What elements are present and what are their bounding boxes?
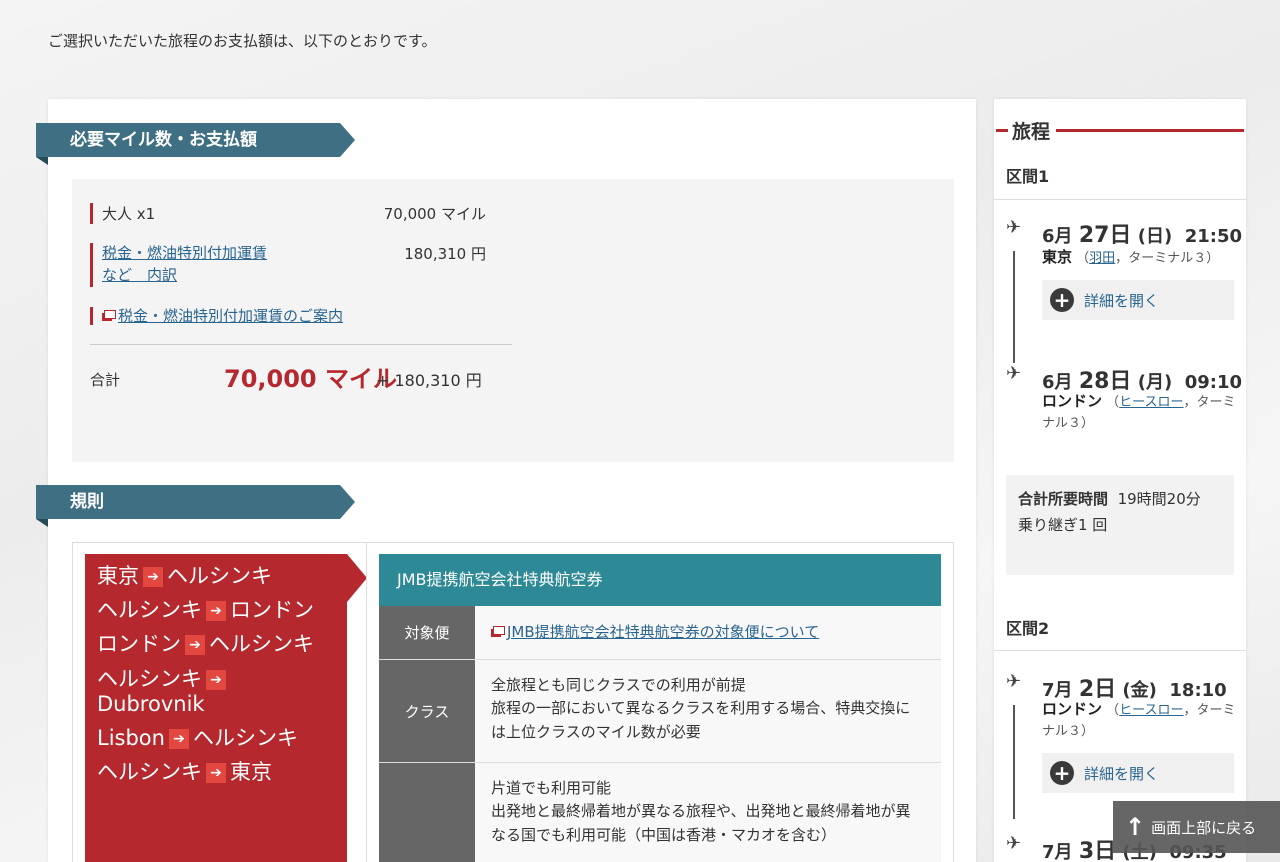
airport-link[interactable]: 羽田 (1089, 251, 1115, 266)
document-icon (102, 309, 116, 321)
route-item: ヘルシンキ ➔ Dubrovnik (97, 667, 335, 717)
rule-cell: JMB提携航空会社特典航空券の対象便について (475, 606, 941, 659)
depart-location: ロンドン （ヒースロー，ターミナル３） (1042, 700, 1236, 739)
rule-row-class: クラス 全旅程とも同じクラスでの利用が前提 旅程の一部において異なるクラスを利用… (379, 660, 941, 763)
tax-breakdown-link-wrap: 税金・燃油特別付加運賃 など 内訳 (90, 243, 267, 287)
arrow-right-icon: ➔ (206, 669, 226, 690)
route-list: 東京 ➔ ヘルシンキ ヘルシンキ ➔ ロンドン ロンドン ➔ ヘルシンキ ヘルシンキ ➔ Dub… (85, 554, 367, 862)
total-label: 合計 (90, 371, 121, 389)
leg-line (1013, 705, 1015, 819)
rule-header (379, 763, 475, 862)
segment-label: 区間1 (1006, 167, 1050, 186)
arrow-right-icon: ➔ (185, 635, 205, 656)
rule-cell: 片道でも利用可能 出発地と最終帰着地が異なる旅程や、出発地と最終帰着地が異なる国… (475, 763, 941, 862)
rule-cell: 全旅程とも同じクラスでの利用が前提 旅程の一部において異なるクラスを利用する場合… (475, 660, 941, 762)
route-item: ヘルシンキ ➔ ロンドン (97, 598, 314, 623)
rule-header: クラス (379, 660, 475, 762)
segment-1-legs: ✈ 6月 27日 (日) 21:50 東京 （羽田，ターミナル３） + 詳細を開く… (1006, 217, 1242, 477)
rule-row-flights: 対象便 JMB提携航空会社特典航空券の対象便について (379, 606, 941, 660)
fare-divider (90, 344, 512, 345)
guide-wrap: 税金・燃油特別付加運賃のご案内 (90, 307, 344, 325)
rule-title: JMB提携航空会社特典航空券 (379, 554, 941, 606)
fare-section-title: 必要マイル数・お支払額 (36, 123, 355, 165)
tax-fare-row: 税金・燃油特別付加運賃 など 内訳 180,310 円 (90, 243, 486, 287)
itinerary-title: 旅程 (994, 117, 1246, 143)
itinerary-sidebar: 旅程 区間1 ✈ 6月 27日 (日) 21:50 東京 （羽田，ターミナル３）… (994, 99, 1246, 862)
eligible-flights-link[interactable]: JMB提携航空会社特典航空券の対象便について (507, 621, 819, 644)
route-item: 東京 ➔ ヘルシンキ (97, 564, 272, 588)
document-icon (491, 625, 505, 637)
takeoff-icon: ✈ (1006, 217, 1022, 238)
tax-breakdown-link[interactable]: 税金・燃油特別付加運賃 (102, 244, 267, 262)
total-miles: 70,000 マイル (224, 365, 397, 393)
airport-link[interactable]: ヒースロー (1119, 395, 1183, 410)
total-yen: + 180,310 円 (376, 371, 482, 390)
fare-box: 大人 x1 70,000 マイル 税金・燃油特別付加運賃 など 内訳 180,3… (72, 179, 954, 462)
rules-section-title: 規則 (36, 485, 355, 527)
adult-miles: 70,000 マイル (383, 205, 486, 223)
plus-icon: + (1050, 288, 1074, 312)
main-panel: 必要マイル数・お支払額 大人 x1 70,000 マイル 税金・燃油特別付加運賃… (36, 99, 976, 862)
segment-divider (994, 650, 1246, 651)
route-item: Lisbon ➔ ヘルシンキ (97, 725, 298, 750)
tax-guide-link[interactable]: 税金・燃油特別付加運賃のご案内 (118, 307, 343, 325)
rule-row-oneway: 片道でも利用可能 出発地と最終帰着地が異なる旅程や、出発地と最終帰着地が異なる国… (379, 763, 941, 862)
arrow-up-icon: ↑ (1125, 813, 1146, 841)
arrow-right-icon: ➔ (206, 763, 226, 784)
rules-divider (366, 543, 367, 862)
arrow-right-icon: ➔ (168, 728, 189, 749)
landing-icon: ✈ (1006, 833, 1022, 854)
open-details-button[interactable]: + 詳細を開く (1042, 280, 1234, 320)
tax-breakdown-link-2[interactable]: など 内訳 (102, 266, 177, 284)
landing-icon: ✈ (1006, 363, 1022, 384)
leg-line (1013, 251, 1015, 363)
segment-divider (994, 199, 1246, 200)
rule-header: 対象便 (379, 606, 475, 659)
arrive-location: ロンドン （ヒースロー，ターミナル３） (1042, 392, 1236, 431)
plus-icon: + (1050, 761, 1074, 785)
rules-table: 東京 ➔ ヘルシンキ ヘルシンキ ➔ ロンドン ロンドン ➔ ヘルシンキ ヘルシンキ ➔ Dub… (72, 542, 954, 862)
guide-row: 税金・燃油特別付加運賃のご案内 (90, 305, 486, 326)
segment-summary: 合計所要時間 19時間20分 乗り継ぎ1 回 (1006, 475, 1234, 575)
back-to-top-button[interactable]: ↑ 画面上部に戻る (1113, 801, 1280, 853)
adult-fare-row: 大人 x1 70,000 マイル (90, 203, 486, 224)
tax-amount: 180,310 円 (404, 245, 486, 263)
takeoff-icon: ✈ (1006, 671, 1022, 692)
arrow-right-icon: ➔ (206, 601, 226, 622)
airport-link[interactable]: ヒースロー (1119, 703, 1183, 718)
route-item: ロンドン ➔ ヘルシンキ (97, 632, 314, 657)
adult-label: 大人 x1 (90, 203, 155, 224)
segment-label: 区間2 (1006, 619, 1050, 638)
route-item: ヘルシンキ ➔ 東京 (97, 760, 272, 785)
arrow-right-icon: ➔ (143, 567, 163, 587)
depart-location: 東京 （羽田，ターミナル３） (1042, 248, 1220, 266)
intro-text: ご選択いただいた旅程のお支払額は、以下のとおりです。 (48, 32, 437, 50)
open-details-button[interactable]: + 詳細を開く (1042, 753, 1234, 793)
